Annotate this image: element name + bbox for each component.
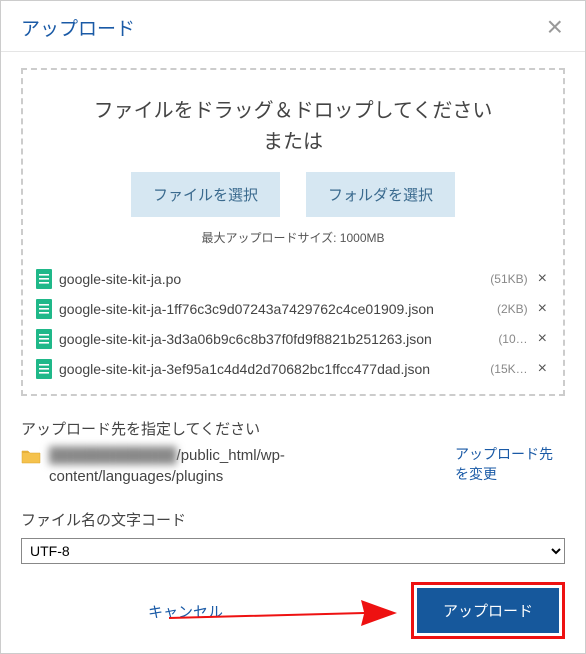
destination-row: ████████████/public_html/wp-content/lang… — [21, 445, 565, 487]
file-icon — [35, 328, 53, 350]
dialog-title: アップロード — [21, 14, 135, 41]
annotation-arrow-icon — [139, 595, 399, 631]
file-icon — [35, 358, 53, 380]
file-size: (2KB) — [497, 302, 528, 316]
file-row: google-site-kit-ja-3ef95a1c4d4d2d70682bc… — [33, 354, 553, 384]
file-size: (15K… — [490, 362, 527, 376]
dialog-body: ファイルをドラッグ＆ドロップしてください または ファイルを選択 フォルダを選択… — [1, 52, 585, 653]
file-list: google-site-kit-ja.po(51KB)×google-site-… — [33, 264, 553, 384]
destination-change-link[interactable]: アップロード先を変更 — [455, 445, 565, 484]
destination-path: ████████████/public_html/wp-content/lang… — [21, 445, 441, 487]
destination-path-text: ████████████/public_html/wp-content/lang… — [49, 445, 441, 487]
select-file-button[interactable]: ファイルを選択 — [131, 172, 280, 217]
file-name: google-site-kit-ja.po — [59, 271, 486, 287]
upload-dialog: アップロード × ファイルをドラッグ＆ドロップしてください または ファイルを選… — [0, 0, 586, 654]
destination-path-blurred: ████████████ — [49, 445, 177, 466]
upload-button[interactable]: アップロード — [417, 588, 559, 633]
close-button[interactable]: × — [543, 13, 567, 41]
file-icon — [35, 298, 53, 320]
upload-button-highlight: アップロード — [411, 582, 565, 639]
select-buttons-row: ファイルを選択 フォルダを選択 — [33, 172, 553, 217]
file-size: (10… — [498, 332, 527, 346]
annotation-arrow-wrap: キャンセル — [21, 591, 393, 631]
select-folder-button[interactable]: フォルダを選択 — [306, 172, 455, 217]
destination-section-label: アップロード先を指定してください — [21, 418, 565, 439]
dropzone-message-2: または — [33, 125, 553, 154]
file-remove-button[interactable]: × — [534, 330, 551, 348]
dropzone-message-1: ファイルをドラッグ＆ドロップしてください — [33, 94, 553, 123]
file-name: google-site-kit-ja-3d3a06b9c6c8b37f0fd9f… — [59, 331, 494, 347]
file-remove-button[interactable]: × — [534, 270, 551, 288]
encoding-select[interactable]: UTF-8 — [21, 538, 565, 564]
folder-icon — [21, 448, 41, 464]
file-row: google-site-kit-ja-3d3a06b9c6c8b37f0fd9f… — [33, 324, 553, 354]
max-upload-size: 最大アップロードサイズ: 1000MB — [33, 229, 553, 246]
file-remove-button[interactable]: × — [534, 360, 551, 378]
encoding-section-label: ファイル名の文字コード — [21, 509, 565, 530]
footer-row: キャンセル アップロード — [21, 582, 565, 639]
dialog-header: アップロード × — [1, 1, 585, 52]
file-row: google-site-kit-ja.po (51KB) × — [33, 264, 553, 294]
file-name: google-site-kit-ja-3ef95a1c4d4d2d70682bc… — [59, 361, 486, 377]
close-icon: × — [547, 11, 563, 42]
file-size: (51KB) — [490, 272, 527, 286]
file-name: google-site-kit-ja-1ff76c3c9d07243a74297… — [59, 301, 493, 317]
dropzone[interactable]: ファイルをドラッグ＆ドロップしてください または ファイルを選択 フォルダを選択… — [21, 68, 565, 396]
file-row: google-site-kit-ja-1ff76c3c9d07243a74297… — [33, 294, 553, 324]
file-icon — [35, 268, 53, 290]
file-remove-button[interactable]: × — [534, 300, 551, 318]
